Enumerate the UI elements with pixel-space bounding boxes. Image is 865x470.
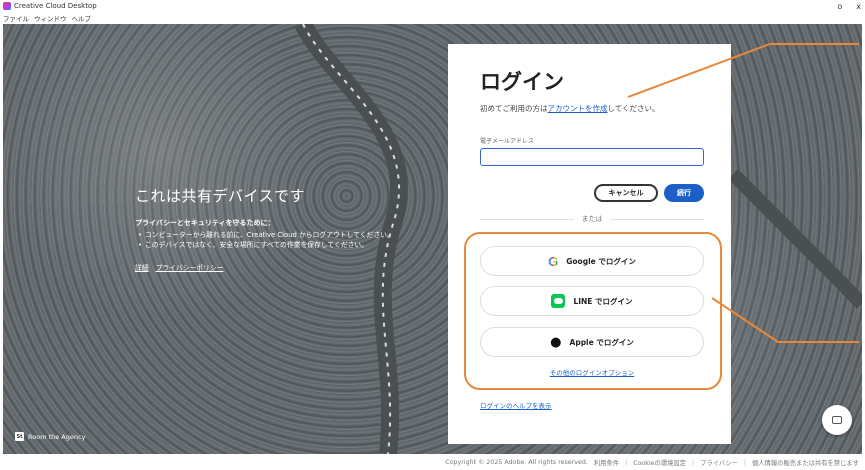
annotation-box [464,232,722,390]
cookie-settings-link[interactable]: Cookieの環境設定 [633,458,686,467]
shared-device-panel: これは共有デバイスです プライバシーとセキュリティを守るために： コンピューター… [135,185,395,272]
window-controls: o x [837,0,861,12]
divider-label: または [581,215,603,223]
snowy-forest-background [3,24,862,454]
login-help-link[interactable]: ログインのヘルプを表示 [480,400,552,410]
intro-prefix: 初めてご利用の方は [480,104,548,113]
road-image [294,24,862,454]
chat-icon [832,416,842,424]
privacy-link[interactable]: プライバシー [700,458,738,467]
footer-separator: | [692,459,695,466]
title-bar: Creative Cloud Desktop o x [0,0,865,12]
continue-button[interactable]: 続行 [664,184,704,202]
menu-window[interactable]: ウィンドウ [34,13,67,23]
footer: Copyright © 2025 Adobe. All rights reser… [0,455,865,470]
menu-file[interactable]: ファイル [3,13,29,23]
shared-device-list: コンピューターから離れる前に、Creative Cloud からログアウトしてく… [135,231,395,250]
list-item: このデバイスではなく、安全な場所にすべての作業を保存してください。 [135,241,395,250]
create-account-link[interactable]: アカウントを作成 [548,104,608,113]
brand-badge: St Room the Agency [15,432,85,441]
shared-device-links: 詳細 プライバシーポリシー [135,262,395,272]
copyright-text: Copyright © 2025 Adobe. All rights reser… [445,459,588,466]
brand-name: Room the Agency [28,432,86,441]
login-heading: ログイン [480,70,564,94]
list-item: コンピューターから離れる前に、Creative Cloud からログアウトしてく… [135,231,395,240]
brand-logo: St [15,432,24,441]
details-link[interactable]: 詳細 [135,262,149,272]
intro-suffix: してください。 [607,104,660,113]
cancel-button[interactable]: キャンセル [594,184,658,202]
or-divider: または [480,215,704,223]
menu-bar: ファイル ウィンドウ ヘルプ [0,12,865,23]
footer-separator: | [743,459,746,466]
window-title: Creative Cloud Desktop [14,2,97,10]
restore-button[interactable]: o [837,2,842,11]
menu-help[interactable]: ヘルプ [72,13,92,23]
email-field[interactable] [480,148,704,166]
creative-cloud-icon [3,2,11,10]
chat-button[interactable] [822,405,852,435]
privacy-policy-link[interactable]: プライバシーポリシー [156,262,224,272]
footer-separator: | [625,459,628,466]
terms-link[interactable]: 利用条件 [594,458,619,467]
close-button[interactable]: x [856,2,861,11]
login-intro: 初めてご利用の方はアカウントを作成してください。 [480,103,660,114]
email-label: 電子メールアドレス [480,138,535,145]
shared-device-subtitle: プライバシーとセキュリティを守るために： [135,219,275,227]
shared-device-title: これは共有デバイスです [135,187,306,205]
do-not-sell-link[interactable]: 個人情報の販売または共有を禁じます [752,458,859,467]
